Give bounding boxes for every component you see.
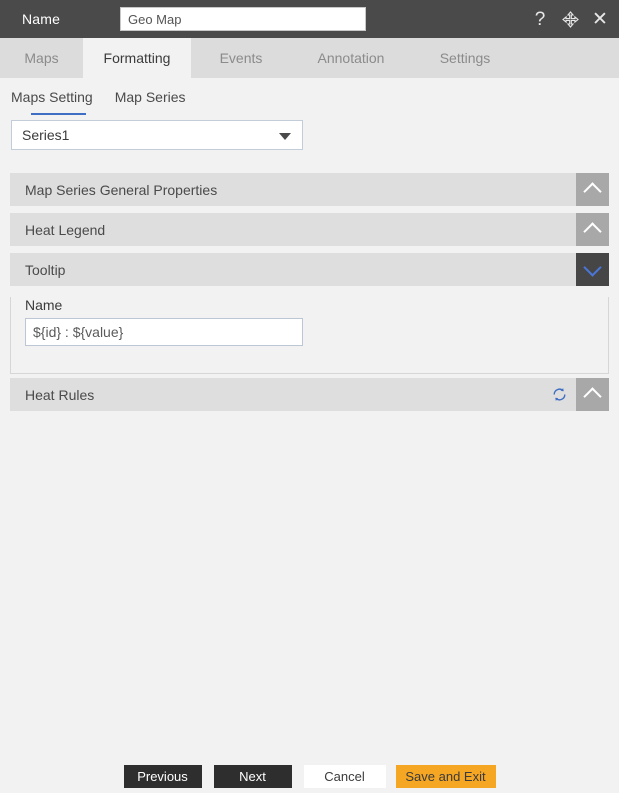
tab-maps[interactable]: Maps xyxy=(0,38,83,78)
next-button[interactable]: Next xyxy=(213,765,292,788)
subnav-map-series[interactable]: Map Series xyxy=(115,89,186,108)
panel-title: Heat Legend xyxy=(25,221,106,238)
help-icon[interactable]: ? xyxy=(531,10,549,29)
panel-heat-rules: Heat Rules xyxy=(10,378,609,411)
chevron-up-icon xyxy=(583,222,602,241)
panel-heat-legend: Heat Legend xyxy=(10,213,609,246)
save-and-exit-button[interactable]: Save and Exit xyxy=(395,765,496,788)
tab-bar: Maps Formatting Events Annotation Settin… xyxy=(0,38,619,78)
panel-header-tooltip[interactable]: Tooltip xyxy=(10,253,609,286)
tab-annotation[interactable]: Annotation xyxy=(291,38,411,78)
sub-nav: Maps Setting Map Series xyxy=(0,84,619,115)
panel-title: Tooltip xyxy=(25,261,66,278)
chevron-up-icon xyxy=(583,387,602,406)
subnav-map-series-label: Map Series xyxy=(114,88,186,105)
chevron-down-icon xyxy=(583,258,602,277)
window-controls: ? ✕ xyxy=(531,0,609,38)
series-select-value: Series1 xyxy=(22,127,70,143)
title-bar: Name ? ✕ xyxy=(0,0,619,38)
close-icon[interactable]: ✕ xyxy=(591,10,609,29)
previous-button[interactable]: Previous xyxy=(123,765,202,788)
name-label: Name xyxy=(22,11,61,27)
tab-formatting[interactable]: Formatting xyxy=(83,38,191,78)
panel-toggle-map-series-general-properties[interactable] xyxy=(576,173,609,206)
panel-header-heat-rules[interactable]: Heat Rules xyxy=(10,378,609,411)
panel-title: Map Series General Properties xyxy=(25,181,218,198)
panel-toggle-tooltip[interactable] xyxy=(576,253,609,286)
cancel-button[interactable]: Cancel xyxy=(303,765,386,788)
panel-body-tooltip: Name xyxy=(10,297,609,374)
panel-header-heat-legend[interactable]: Heat Legend xyxy=(10,213,609,246)
tab-settings[interactable]: Settings xyxy=(411,38,519,78)
tooltip-name-input[interactable] xyxy=(25,318,303,346)
footer-button-bar: Previous Next Cancel Save and Exit xyxy=(0,760,619,793)
panel-toggle-heat-rules[interactable] xyxy=(576,378,609,411)
subnav-maps-setting[interactable]: Maps Setting xyxy=(11,89,93,108)
series-select-wrapper: Series1 xyxy=(11,120,303,150)
tab-events[interactable]: Events xyxy=(191,38,291,78)
move-arrows-icon[interactable] xyxy=(561,10,579,28)
sync-refresh-icon[interactable] xyxy=(551,386,568,403)
panel-map-series-general-properties: Map Series General Properties xyxy=(10,173,609,206)
panel-tooltip: Tooltip Name xyxy=(10,253,609,374)
panel-toggle-heat-legend[interactable] xyxy=(576,213,609,246)
chevron-up-icon xyxy=(583,182,602,201)
name-input[interactable] xyxy=(120,7,366,31)
active-subnav-underline xyxy=(31,113,86,115)
tooltip-name-label: Name xyxy=(25,297,63,313)
panel-header-map-series-general-properties[interactable]: Map Series General Properties xyxy=(10,173,609,206)
series-select[interactable]: Series1 xyxy=(11,120,303,150)
panel-title: Heat Rules xyxy=(25,386,95,403)
